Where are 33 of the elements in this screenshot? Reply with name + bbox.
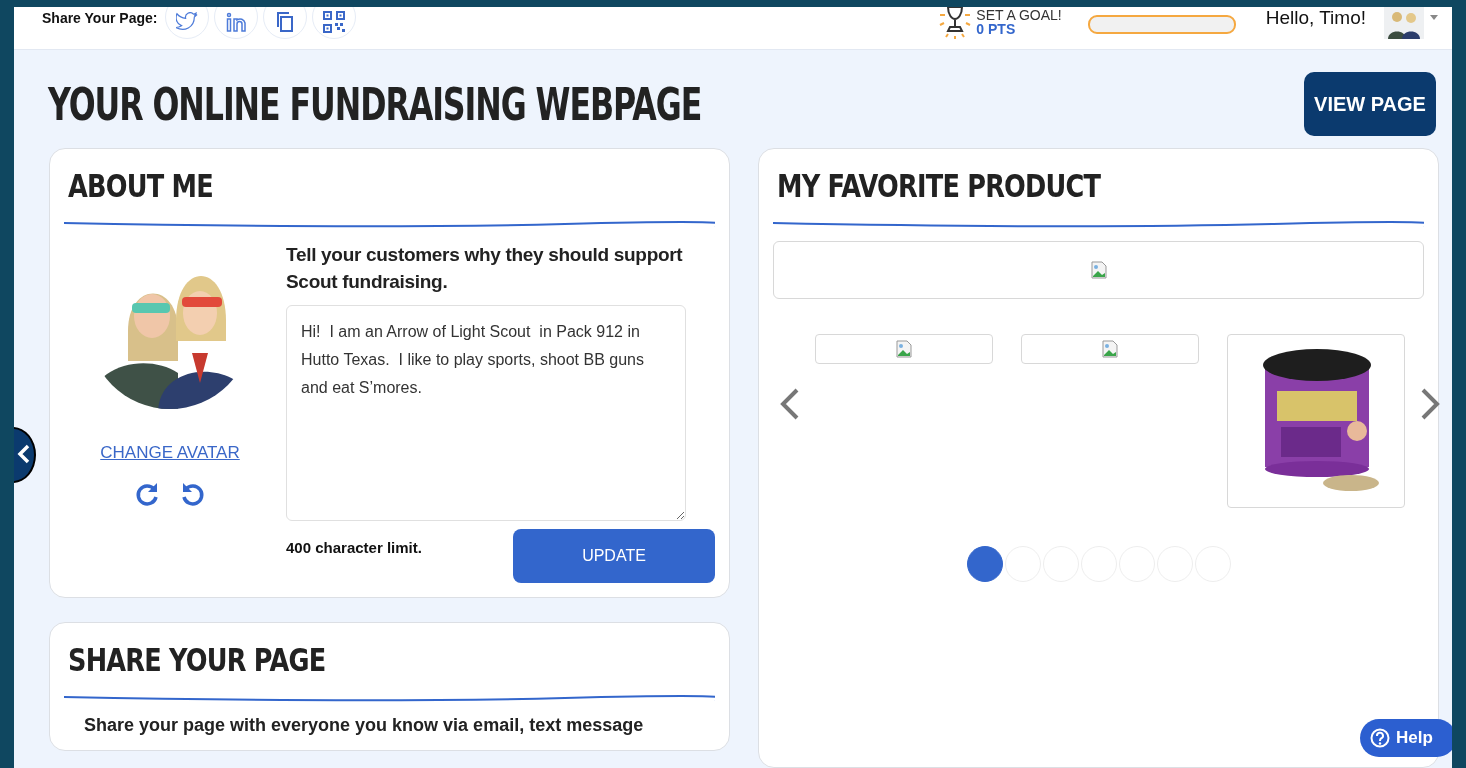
carousel-dot[interactable]: [966, 546, 1003, 582]
section-title: SHARE YOUR PAGE: [68, 641, 327, 679]
product-thumbnail[interactable]: [1227, 334, 1405, 508]
change-avatar-link[interactable]: CHANGE AVATAR: [100, 443, 240, 463]
share-label: Share Your Page:: [42, 10, 158, 26]
page-title: YOUR ONLINE FUNDRAISING WEBPAGE: [48, 78, 702, 130]
qr-code-icon[interactable]: [312, 7, 357, 39]
section-title: MY FAVORITE PRODUCT: [777, 167, 1102, 205]
chevron-left-icon: [17, 443, 31, 464]
update-button[interactable]: UPDATE: [513, 529, 715, 583]
broken-image-icon: [1101, 340, 1119, 358]
bio-field[interactable]: Hi! I am an Arrow of Light Scout in Pack 912 in Hutto Texas. I like to play sports, shoot BB guns and eat S’mores.: [286, 305, 686, 521]
bio-prompt: Tell your customers why they should support Scout fundraising.: [286, 243, 684, 294]
rotate-left-icon[interactable]: [180, 481, 206, 507]
share-description: Share your page with everyone you know via email, text message: [84, 715, 645, 736]
dropdown-caret-icon[interactable]: [1430, 15, 1438, 21]
user-avatar[interactable]: [1384, 7, 1424, 39]
section-title: ABOUT ME: [68, 167, 214, 205]
rotate-right-icon[interactable]: [134, 481, 160, 507]
points-value: 0 PTS: [976, 22, 1017, 36]
twitter-icon[interactable]: [165, 7, 210, 39]
question-mark-icon: [1370, 728, 1390, 748]
help-button[interactable]: Help: [1360, 719, 1452, 757]
broken-image-icon: [1089, 261, 1108, 279]
broken-image-icon: [895, 340, 913, 358]
copy-icon[interactable]: [263, 7, 308, 39]
greeting: Hello, Timo!: [1265, 7, 1366, 29]
set-goal-link[interactable]: SET A GOAL!: [976, 8, 1062, 22]
linkedin-icon[interactable]: [214, 7, 259, 39]
character-limit-note: 400 character limit.: [286, 539, 422, 556]
product-thumbnail[interactable]: [815, 334, 993, 364]
product-thumbnail[interactable]: [1021, 334, 1199, 364]
view-page-button[interactable]: VIEW PAGE: [1304, 72, 1436, 136]
